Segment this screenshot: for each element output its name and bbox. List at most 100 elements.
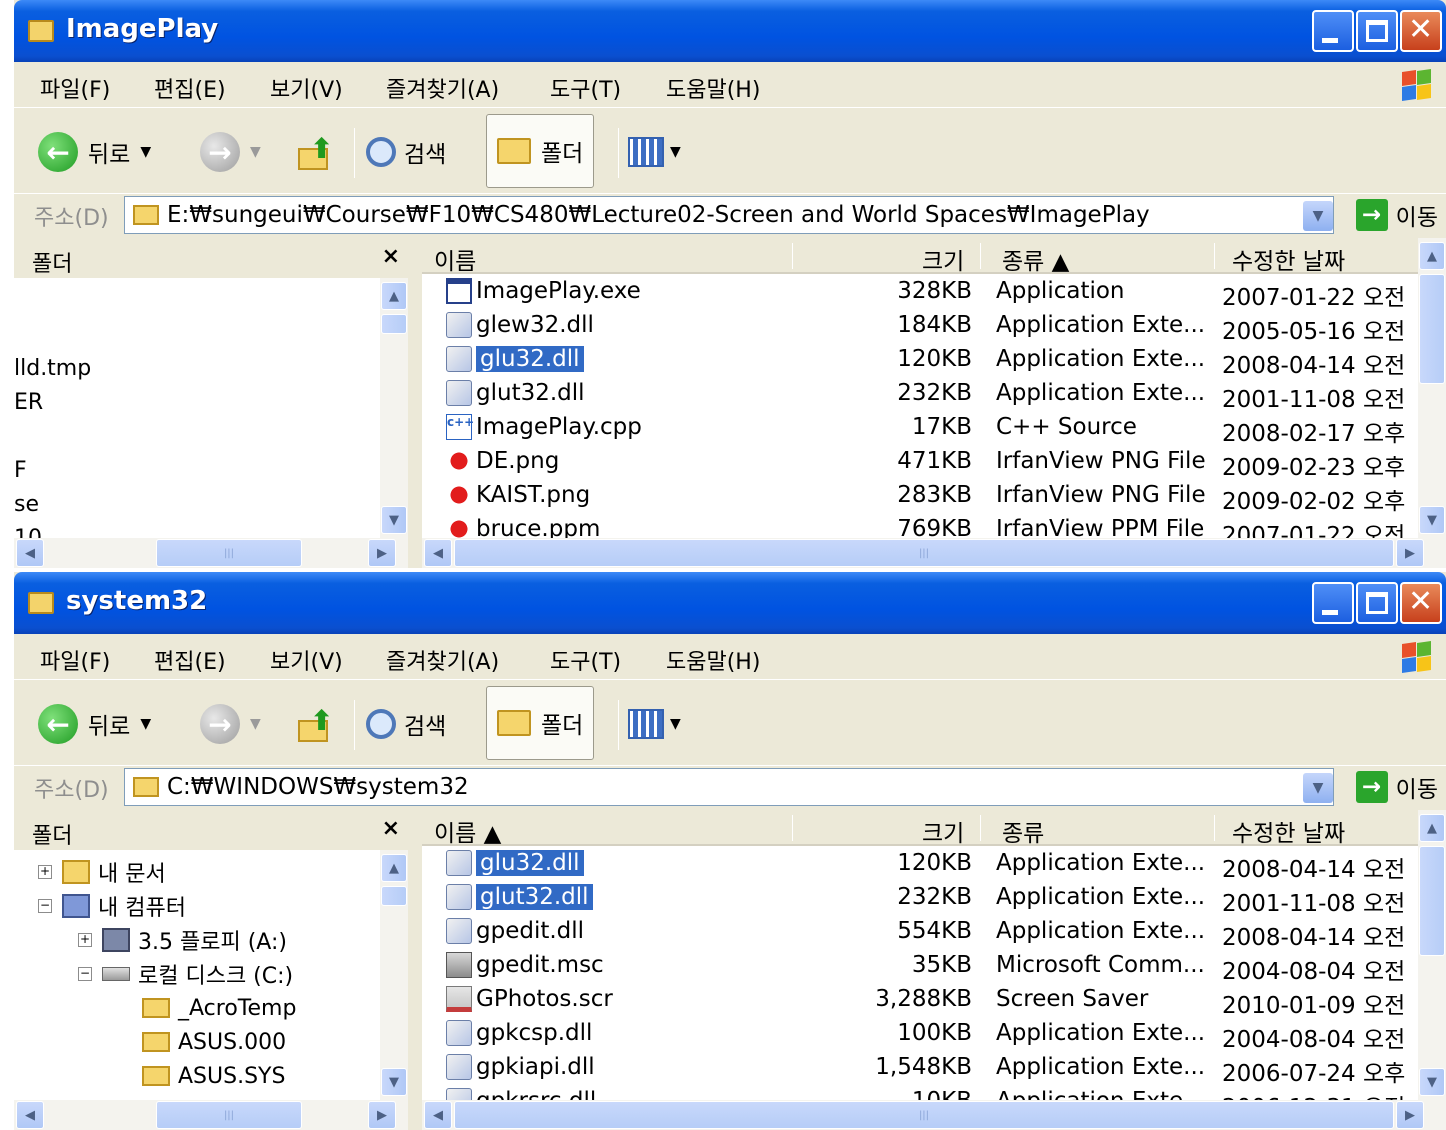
file-name-cell[interactable]: glew32.dll: [446, 309, 594, 341]
vertical-scrollbar[interactable]: ▲ ▼: [1418, 238, 1446, 538]
chevron-down-icon[interactable]: ▼: [250, 144, 261, 160]
close-button[interactable]: ✕: [1400, 582, 1442, 624]
expand-icon[interactable]: +: [78, 933, 92, 947]
scroll-right-icon[interactable]: ▶: [1396, 539, 1424, 567]
chevron-down-icon[interactable]: ▼: [140, 716, 151, 732]
collapse-icon[interactable]: −: [38, 899, 52, 913]
title-bar[interactable]: system32 ✕: [14, 572, 1446, 634]
menu-view[interactable]: 보기(V): [270, 72, 343, 104]
tree-item[interactable]: + 내 문서: [38, 856, 166, 888]
scroll-up-icon[interactable]: ▲: [1419, 814, 1445, 842]
tree-item[interactable]: +3.5 플로피 (A:): [78, 924, 287, 956]
file-name-cell[interactable]: gpkiapi.dll: [446, 1051, 595, 1083]
scroll-thumb[interactable]: [381, 314, 407, 334]
file-row[interactable]: bruce.ppm 769KB IrfanView PPM File 2007-01-…: [422, 512, 1418, 538]
horizontal-scrollbar[interactable]: ◀ ||| ▶: [422, 538, 1446, 568]
file-name-cell[interactable]: glu32.dll: [446, 847, 584, 879]
file-name-cell[interactable]: gpkrsrc.dll: [446, 1085, 596, 1100]
folders-button[interactable]: 폴더: [486, 686, 595, 760]
scroll-thumb[interactable]: [1419, 846, 1445, 956]
go-button[interactable]: → 이동: [1355, 770, 1438, 804]
chevron-down-icon[interactable]: ▼: [1303, 201, 1333, 231]
search-button[interactable]: 검색: [366, 696, 446, 752]
address-input[interactable]: C:₩WINDOWS₩system32 ▼: [124, 768, 1334, 806]
scroll-down-icon[interactable]: ▼: [381, 506, 407, 534]
title-bar[interactable]: ImagePlay ✕: [14, 0, 1446, 62]
menu-file[interactable]: 파일(F): [40, 72, 110, 104]
scroll-left-icon[interactable]: ◀: [16, 539, 44, 567]
tree-item[interactable]: _AcroTemp: [118, 992, 296, 1024]
file-row[interactable]: gpedit.msc 35KB Microsoft Comm... 2004-08-0…: [422, 948, 1418, 985]
scroll-left-icon[interactable]: ◀: [424, 539, 452, 567]
horizontal-scrollbar[interactable]: ◀ ||| ▶: [14, 538, 408, 568]
go-button[interactable]: → 이동: [1355, 198, 1438, 232]
column-type[interactable]: 종류: [1002, 814, 1044, 848]
scroll-right-icon[interactable]: ▶: [368, 1101, 396, 1129]
file-name-cell[interactable]: GPhotos.scr: [446, 983, 613, 1015]
file-name-cell[interactable]: glut32.dll: [446, 377, 585, 409]
scroll-thumb[interactable]: |||: [156, 539, 302, 567]
scroll-down-icon[interactable]: ▼: [1419, 506, 1445, 534]
views-button[interactable]: ▼: [628, 124, 681, 180]
menu-view[interactable]: 보기(V): [270, 644, 343, 676]
chevron-down-icon[interactable]: ▼: [250, 716, 261, 732]
scroll-right-icon[interactable]: ▶: [368, 539, 396, 567]
vertical-scrollbar[interactable]: ▲ ▼: [1418, 810, 1446, 1100]
search-button[interactable]: 검색: [366, 124, 446, 180]
back-button[interactable]: ← 뒤로 ▼: [38, 124, 151, 180]
file-row[interactable]: DE.png 471KB IrfanView PNG File 2009-02-23 …: [422, 444, 1418, 481]
file-name-cell[interactable]: KAIST.png: [446, 479, 590, 511]
scroll-up-icon[interactable]: ▲: [381, 282, 407, 310]
chevron-down-icon[interactable]: ▼: [140, 144, 151, 160]
scroll-right-icon[interactable]: ▶: [1396, 1101, 1424, 1129]
column-modified[interactable]: 수정한 날짜: [1232, 242, 1345, 276]
scroll-thumb[interactable]: [381, 886, 407, 906]
close-button[interactable]: ✕: [1400, 10, 1442, 52]
maximize-button[interactable]: [1356, 582, 1398, 624]
up-folder-button[interactable]: ⬆: [296, 696, 336, 752]
chevron-down-icon[interactable]: ▼: [1303, 773, 1333, 803]
menu-help[interactable]: 도움말(H): [666, 72, 760, 104]
column-type[interactable]: 종류 ▲: [1002, 242, 1069, 276]
menu-help[interactable]: 도움말(H): [666, 644, 760, 676]
file-row[interactable]: glut32.dll 232KB Application Exte... 2001-1…: [422, 880, 1418, 917]
column-name[interactable]: 이름: [434, 242, 476, 276]
menu-favorites[interactable]: 즐겨찾기(A): [386, 72, 499, 104]
file-row[interactable]: gpkcsp.dll 100KB Application Exte... 2004-0…: [422, 1016, 1418, 1053]
column-name[interactable]: 이름 ▲: [434, 814, 501, 848]
file-name-cell[interactable]: DE.png: [446, 445, 559, 477]
scroll-thumb[interactable]: |||: [454, 1101, 1394, 1129]
column-size[interactable]: 크기: [922, 242, 964, 276]
menu-tools[interactable]: 도구(T): [550, 72, 621, 104]
file-row[interactable]: ImagePlay.exe 328KB Application 2007-01-22 …: [422, 274, 1418, 311]
scroll-up-icon[interactable]: ▲: [381, 854, 407, 882]
scroll-up-icon[interactable]: ▲: [1419, 242, 1445, 270]
file-row[interactable]: gpkiapi.dll 1,548KB Application Exte... 200…: [422, 1050, 1418, 1087]
file-name-cell[interactable]: ImagePlay.exe: [446, 275, 641, 307]
file-row[interactable]: glew32.dll 184KB Application Exte... 2005-0…: [422, 308, 1418, 345]
scroll-left-icon[interactable]: ◀: [424, 1101, 452, 1129]
collapse-icon[interactable]: −: [78, 967, 92, 981]
vertical-scrollbar[interactable]: ▲ ▼: [380, 278, 408, 538]
menu-favorites[interactable]: 즐겨찾기(A): [386, 644, 499, 676]
menu-edit[interactable]: 편집(E): [154, 644, 226, 676]
forward-button[interactable]: → ▼: [200, 124, 261, 180]
views-button[interactable]: ▼: [628, 696, 681, 752]
file-name-cell[interactable]: c++ ImagePlay.cpp: [446, 411, 642, 443]
menu-edit[interactable]: 편집(E): [154, 72, 226, 104]
scroll-left-icon[interactable]: ◀: [16, 1101, 44, 1129]
file-row[interactable]: glu32.dll 120KB Application Exte... 2008-04…: [422, 342, 1418, 379]
file-name-cell[interactable]: glut32.dll: [446, 881, 593, 913]
column-size[interactable]: 크기: [922, 814, 964, 848]
file-row[interactable]: gpkrsrc.dll 10KB Application Exte... 2006-1…: [422, 1084, 1418, 1100]
horizontal-scrollbar[interactable]: ◀ ||| ▶: [14, 1100, 408, 1130]
close-pane-icon[interactable]: ×: [382, 244, 400, 269]
tree-item[interactable]: ASUS.SYS: [118, 1060, 285, 1092]
column-modified[interactable]: 수정한 날짜: [1232, 814, 1345, 848]
minimize-button[interactable]: [1312, 582, 1354, 624]
file-row[interactable]: c++ ImagePlay.cpp 17KB C++ Source 2008-02-17…: [422, 410, 1418, 447]
tree-item[interactable]: se: [14, 488, 39, 520]
maximize-button[interactable]: [1356, 10, 1398, 52]
horizontal-scrollbar[interactable]: ◀ ||| ▶: [422, 1100, 1446, 1130]
file-row[interactable]: glut32.dll 232KB Application Exte... 2001-1…: [422, 376, 1418, 413]
